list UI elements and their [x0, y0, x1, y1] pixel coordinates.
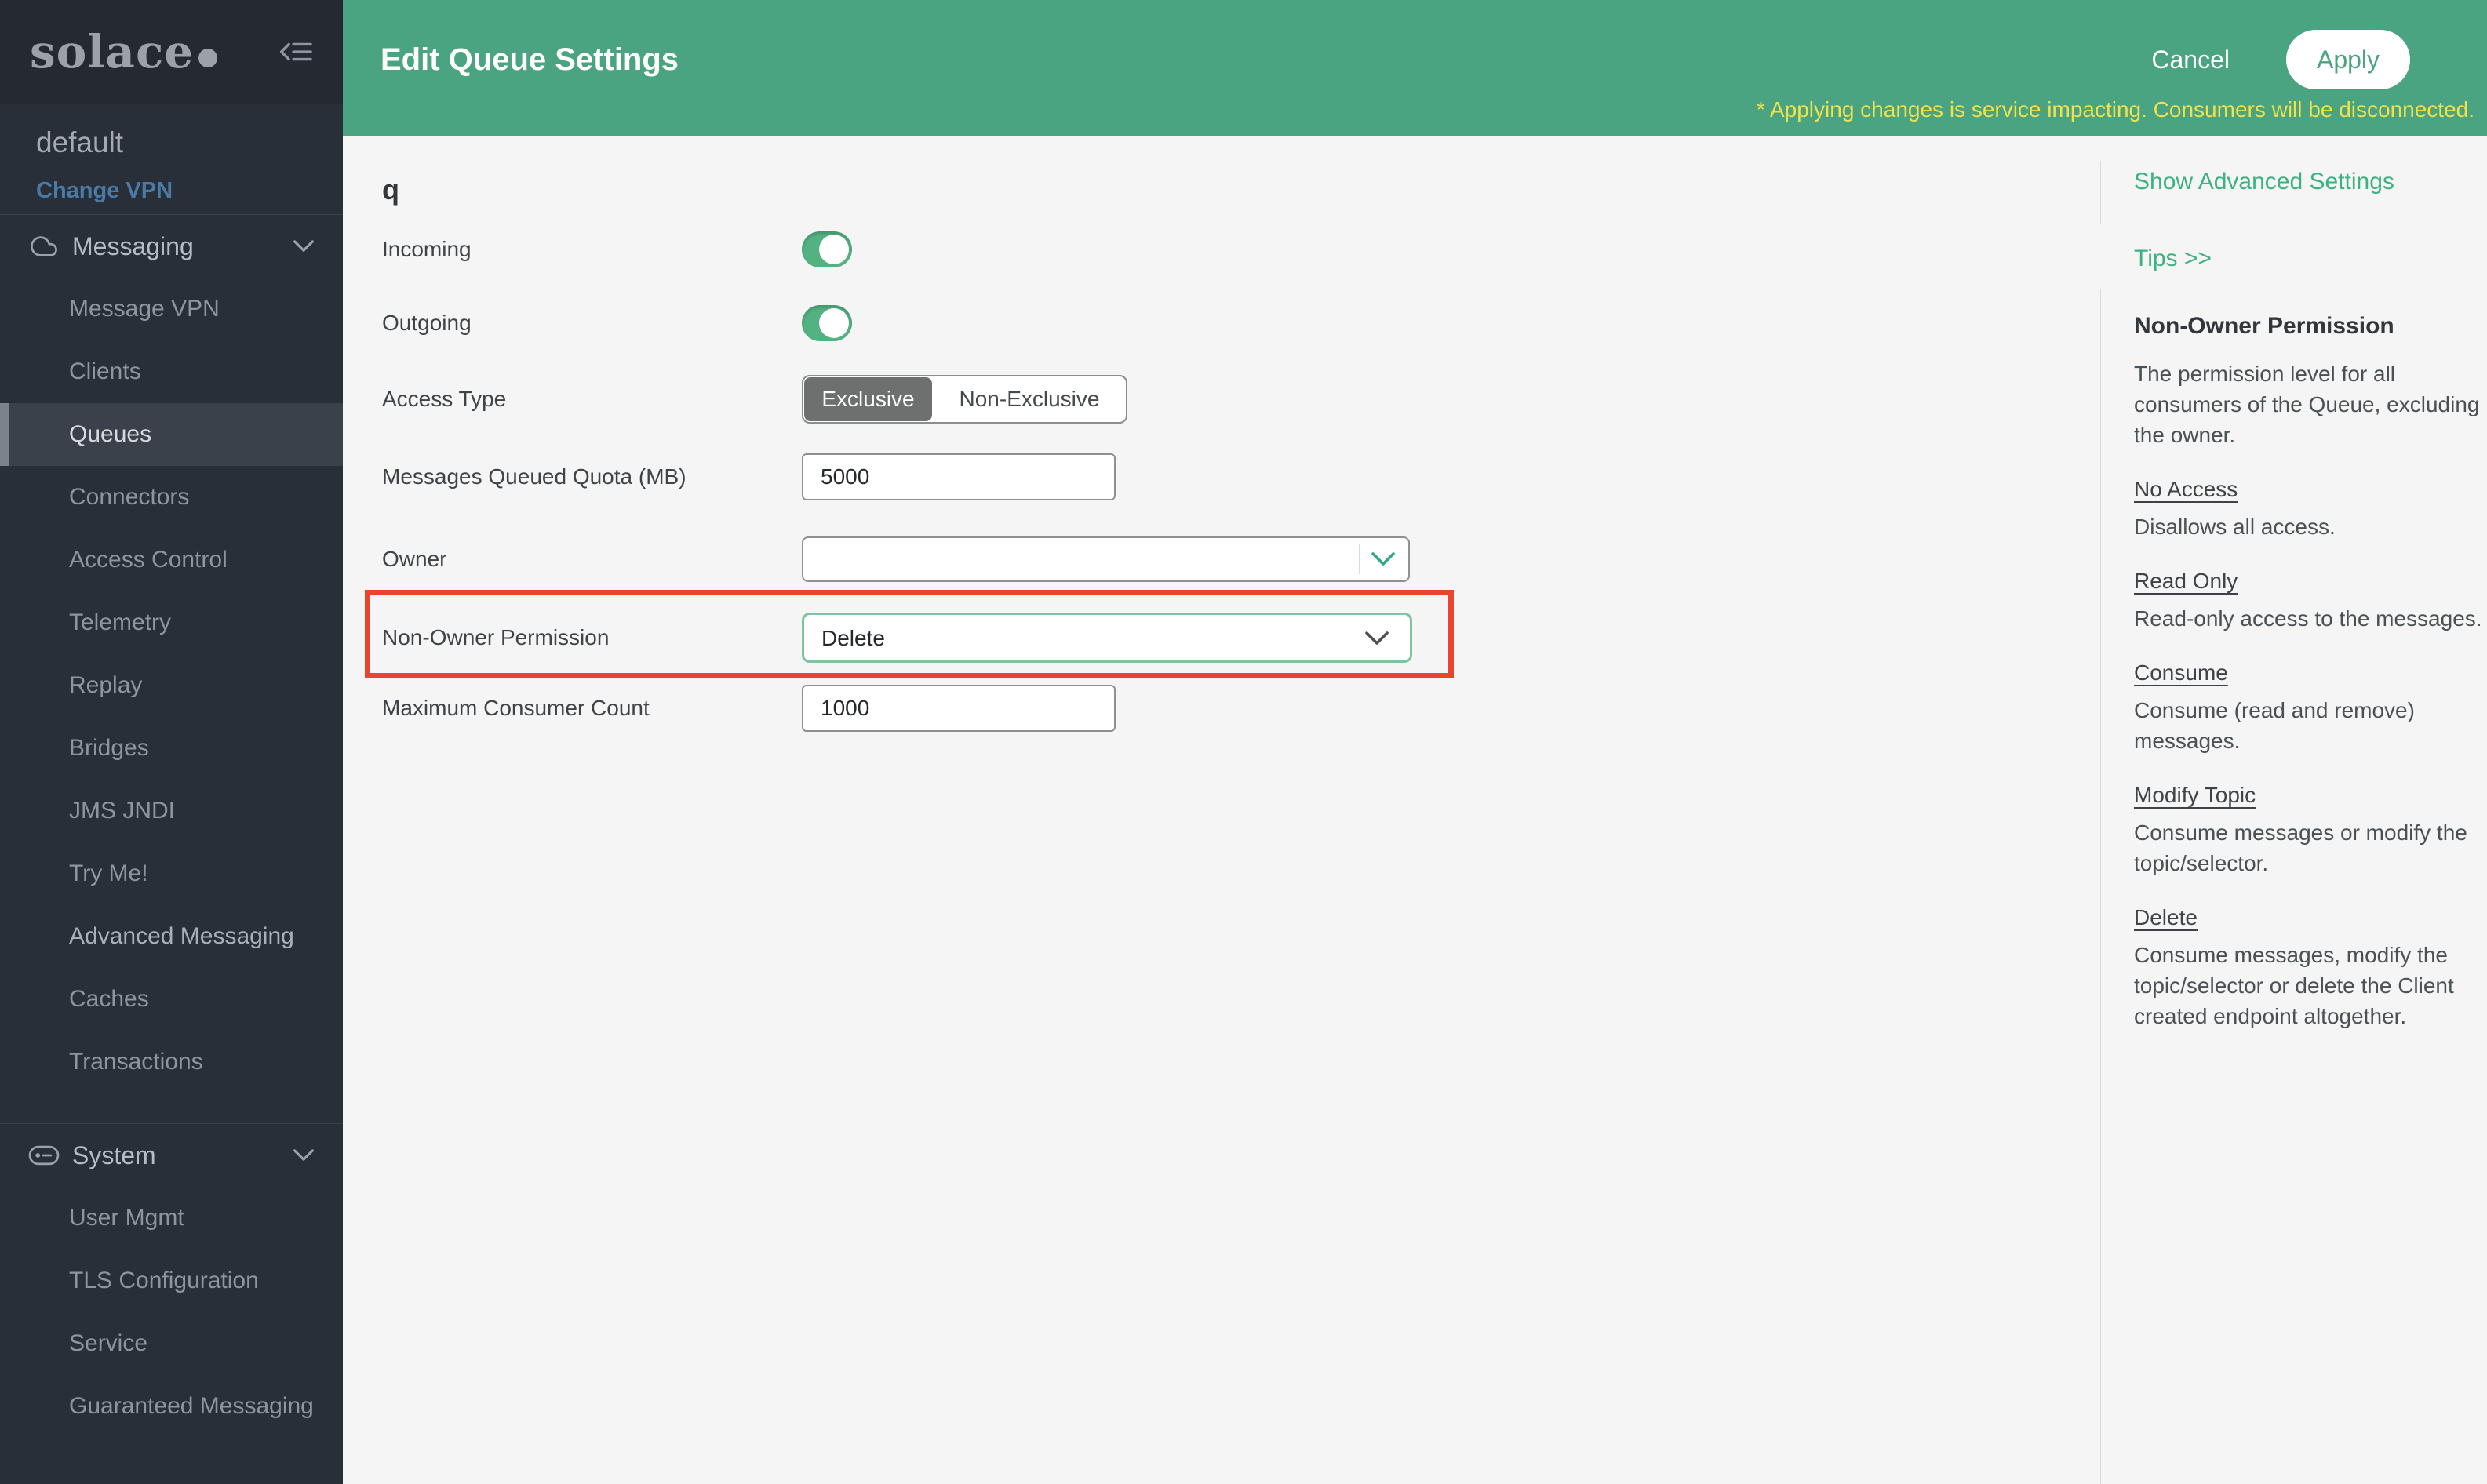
quota-input[interactable] [802, 453, 1116, 500]
sidebar-item-replay[interactable]: Replay [0, 654, 343, 717]
non-owner-permission-select[interactable]: Delete [802, 613, 1412, 663]
non-owner-permission-label: Non-Owner Permission [382, 627, 609, 649]
toggle-knob [819, 308, 849, 338]
sidebar-item-bridges[interactable]: Bridges [0, 717, 343, 780]
tips-link[interactable]: Tips >> [2134, 247, 2212, 271]
cloud-icon [28, 233, 60, 260]
current-vpn-name: default [36, 126, 343, 159]
sidebar-item-caches[interactable]: Caches [0, 968, 343, 1031]
queue-name: q [382, 173, 399, 206]
apply-warning-text: * Applying changes is service impacting.… [1757, 99, 2474, 121]
access-type-segmented-control: ExclusiveNon-Exclusive [802, 375, 1127, 424]
sidebar-item-message-vpn[interactable]: Message VPN [0, 278, 343, 340]
sidebar-item-advanced-messaging[interactable]: Advanced Messaging [0, 905, 343, 968]
tip-intro: The permission level for all consumers o… [2134, 358, 2485, 450]
access-type-option-exclusive[interactable]: Exclusive [804, 377, 932, 421]
outgoing-toggle[interactable] [802, 305, 852, 341]
apply-button[interactable]: Apply [2286, 30, 2410, 89]
sidebar-item-telemetry[interactable]: Telemetry [0, 591, 343, 654]
logo-band: solace [0, 0, 343, 104]
access-type-option-non-exclusive[interactable]: Non-Exclusive [933, 376, 1126, 422]
logo-text: solace [30, 25, 194, 78]
tip-description: Disallows all access. [2134, 511, 2485, 542]
non-owner-permission-value: Delete [821, 627, 885, 649]
panel-divider [2100, 161, 2101, 224]
cancel-button[interactable]: Cancel [2151, 47, 2230, 72]
sidebar-section-label: System [72, 1141, 156, 1170]
toggle-knob [819, 235, 849, 264]
sidebar: solace default Change VPN MessagingMessa… [0, 0, 343, 1484]
chevron-down-icon [293, 1148, 315, 1162]
sidebar-item-connectors[interactable]: Connectors [0, 466, 343, 529]
sidebar-section-messaging[interactable]: Messaging [0, 215, 343, 278]
sidebar-item-service[interactable]: Service [0, 1312, 343, 1375]
max-consumer-count-input[interactable] [802, 685, 1116, 732]
sidebar-item-access-control[interactable]: Access Control [0, 529, 343, 591]
access-type-label: Access Type [382, 388, 506, 410]
sidebar-item-clients[interactable]: Clients [0, 340, 343, 403]
tip-term-no-access: No Access [2134, 478, 2485, 500]
tip-term-consume: Consume [2134, 662, 2485, 684]
sidebar-section-label: Messaging [72, 232, 194, 261]
tips-list: No Access Disallows all access. Read Only R… [2134, 478, 2485, 1031]
panel-divider [2100, 289, 2101, 1484]
tip-term-modify-topic: Modify Topic [2134, 784, 2485, 806]
sidebar-item-transactions[interactable]: Transactions [0, 1031, 343, 1093]
sidebar-item-try-me[interactable]: Try Me! [0, 842, 343, 905]
tip-description: Consume (read and remove) messages. [2134, 695, 2485, 756]
tip-description: Consume messages, modify the topic/selec… [2134, 940, 2485, 1031]
incoming-toggle[interactable] [802, 231, 852, 267]
chevron-down-icon [1371, 551, 1396, 567]
owner-select[interactable] [802, 536, 1410, 582]
page-title: Edit Queue Settings [381, 44, 679, 75]
sidebar-item-guaranteed-messaging[interactable]: Guaranteed Messaging [0, 1375, 343, 1438]
outgoing-label: Outgoing [382, 312, 472, 334]
tip-description: Read-only access to the messages. [2134, 603, 2485, 634]
quota-label: Messages Queued Quota (MB) [382, 466, 686, 488]
tip-term-read-only: Read Only [2134, 570, 2485, 592]
change-vpn-link[interactable]: Change VPN [36, 178, 173, 204]
show-advanced-settings-link[interactable]: Show Advanced Settings [2134, 170, 2394, 194]
sidebar-item-user-mgmt[interactable]: User Mgmt [0, 1187, 343, 1249]
tip-description: Consume messages or modify the topic/sel… [2134, 817, 2485, 878]
chevron-down-icon [1364, 631, 1389, 646]
collapse-sidebar-icon[interactable] [279, 40, 313, 64]
vpn-block: default Change VPN [0, 104, 343, 215]
max-consumer-count-label: Maximum Consumer Count [382, 697, 650, 719]
logo-dot-icon [198, 49, 217, 67]
tip-term-delete: Delete [2134, 907, 2485, 929]
select-separator [1359, 544, 1360, 574]
sidebar-item-tls-configuration[interactable]: TLS Configuration [0, 1249, 343, 1312]
tip-title: Non-Owner Permission [2134, 315, 2485, 338]
page-header: Edit Queue Settings Cancel Apply * Apply… [343, 0, 2487, 136]
system-icon [28, 1144, 60, 1166]
solace-logo: solace [30, 25, 217, 78]
sidebar-section-system[interactable]: System [0, 1123, 343, 1187]
edit-queue-form: q Incoming Outgoing Access Type Exclusiv… [343, 136, 2487, 1484]
incoming-label: Incoming [382, 238, 472, 260]
sidebar-item-queues[interactable]: Queues [0, 403, 343, 466]
sidebar-item-jms-jndi[interactable]: JMS JNDI [0, 780, 343, 842]
tips-panel: Non-Owner Permission The permission leve… [2134, 315, 2485, 1031]
owner-label: Owner [382, 548, 446, 570]
sidebar-nav: Messaging Message VPNClientsQueuesConnect… [0, 215, 343, 1438]
chevron-down-icon [293, 239, 315, 253]
